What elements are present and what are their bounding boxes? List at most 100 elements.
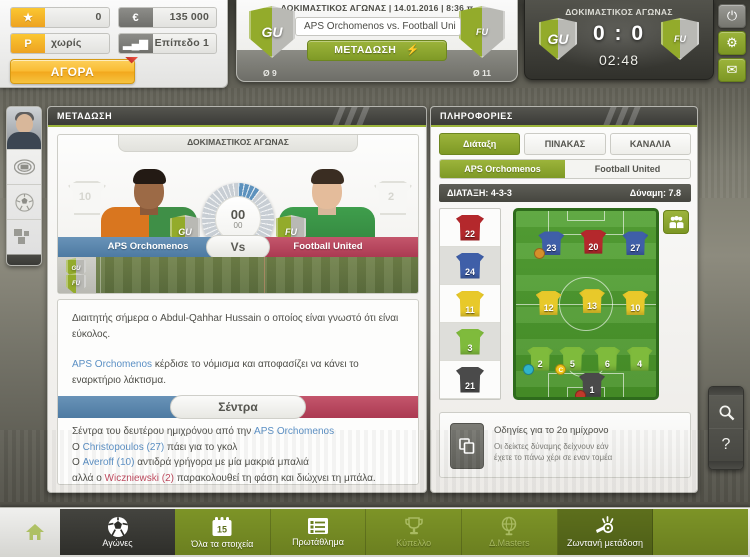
- mini-pitch-line-center: [264, 257, 265, 293]
- team-tab-away[interactable]: Football United: [565, 160, 690, 178]
- bench-shirt: 22: [456, 214, 484, 241]
- team-tabs: APS Orchomenos Football United: [439, 159, 691, 179]
- pitch-player[interactable]: 12: [535, 290, 562, 315]
- team-bar: APS Orchomenos Football United Vs: [58, 235, 418, 259]
- nav-item-matches-wrap: Αγώνες: [60, 509, 175, 555]
- tab-table[interactable]: ΠΙΝΑΚΑΣ: [524, 133, 606, 155]
- search-icon[interactable]: [709, 395, 743, 428]
- nav-item-all-data[interactable]: 15 Όλα τα στοιχεία: [175, 509, 271, 555]
- resource-row-2: P χωρίς Premium ▂▄▆ Επίπεδο 1: [10, 33, 217, 54]
- info-panel: ΠΛΗΡΟΦΟΡΙΕΣ Διάταξη ΠΙΝΑΚΑΣ ΚΑΝΑΛΙΑ APS …: [430, 106, 698, 493]
- nav-item-league[interactable]: Πρωτάθλημα: [271, 509, 367, 555]
- sidebar-item-tv[interactable]: [7, 149, 41, 184]
- tab-channels[interactable]: ΚΑΝΑΛΙΑ: [609, 133, 691, 155]
- chat-icon[interactable]: ✉: [718, 58, 746, 82]
- home-button[interactable]: [4, 509, 66, 555]
- gear-icon[interactable]: ⚙: [718, 31, 746, 55]
- bench-shirt-number: 21: [464, 380, 475, 391]
- pitch-shirt-number: 13: [586, 301, 597, 312]
- pitch-shirt-number: 4: [637, 358, 643, 369]
- scoreboard-title: ΔΟΚΙΜΑΣΤΙΚΟΣ ΑΓΩΝΑΣ: [565, 7, 673, 17]
- hint-box: Οδηγίες για το 2ο ημίχρονο Οι δείκτες δύ…: [439, 412, 691, 478]
- formation-pitch[interactable]: 23 20 27 12 13 10 2 5 C 6 4 1: [513, 208, 659, 400]
- dial-minutes: 00: [230, 207, 246, 222]
- nav-item-live-broadcast[interactable]: Ζωντανή μετάδοση: [557, 509, 654, 555]
- scoreboard-score: 0 : 0: [592, 22, 646, 45]
- bench-item[interactable]: 3: [440, 323, 500, 361]
- mini-crest-column: GU FU: [58, 257, 96, 293]
- broadcast-panel: ΜΕΤΑΔΩΣΗ ΔΟΚΙΜΑΣΤΙΚΟΣ ΑΓΩΝΑΣ 10 2 GU FU …: [47, 106, 427, 493]
- avatar-head: [16, 114, 33, 133]
- nav-item-cup[interactable]: Κύπελλο: [366, 509, 463, 555]
- match-name-field[interactable]: APS Orchomenos vs. Football Uni: [295, 17, 461, 36]
- top-bar: ★ 0 € 135 000 P χωρίς Premium ▂▄▆ Επίπεδ…: [0, 0, 750, 88]
- help-icon[interactable]: ?: [709, 428, 743, 461]
- bench-item[interactable]: 22: [440, 209, 500, 247]
- nav-item-matches[interactable]: Αγώνες: [60, 509, 175, 555]
- globe-icon: [502, 516, 517, 536]
- commentary-line-coin: APS Orchomenos κέρδισε το νόμισμα και απ…: [72, 359, 359, 386]
- power-icon[interactable]: ⏻: [718, 4, 746, 28]
- pitch-player[interactable]: 4: [626, 346, 653, 371]
- buy-button[interactable]: ΑΓΟΡΑ: [10, 59, 135, 84]
- resource-stars[interactable]: ★ 0: [10, 7, 110, 28]
- stars-value: 0: [95, 11, 102, 23]
- nav-item-live-broadcast-label: Ζωντανή μετάδοση: [566, 538, 644, 548]
- tv-icon: [13, 159, 35, 175]
- team-tab-home[interactable]: APS Orchomenos: [440, 160, 565, 178]
- bench-item[interactable]: 11: [440, 285, 500, 323]
- tab-formation[interactable]: Διάταξη: [439, 133, 521, 155]
- level-value: Επίπεδο 1: [154, 37, 209, 49]
- player-badge: [523, 363, 535, 375]
- kickoff-divider: Σέντρα: [58, 395, 418, 419]
- nav-item-masters[interactable]: Δ.Masters: [462, 509, 558, 555]
- broadcast-button[interactable]: ΜΕΤΑΔΩΣΗ ⚡: [307, 40, 447, 61]
- pitch-player[interactable]: 13: [579, 289, 605, 314]
- commentary-team-link[interactable]: APS Orchomenos: [72, 359, 152, 370]
- pitch-player[interactable]: 6: [594, 346, 621, 371]
- sidebar-item-modules[interactable]: [7, 219, 41, 254]
- pitch-player[interactable]: 27: [622, 231, 649, 256]
- bench-item[interactable]: 21: [440, 361, 500, 399]
- right-sidebar: ?: [708, 386, 744, 470]
- match-widget-home-crest: GU: [249, 6, 295, 58]
- pitch-player[interactable]: 23: [534, 231, 565, 260]
- match-widget: ΔΟΚΙΜΑΣΤΙΚΟΣ ΑΓΩΝΑΣ | 14.01.2016 | 8:36 …: [236, 0, 518, 82]
- ball-icon: [14, 192, 34, 212]
- pitch-player[interactable]: 5C: [555, 346, 586, 375]
- copy-icon: [450, 423, 484, 469]
- soccer-ball-icon: [107, 517, 128, 537]
- resource-money[interactable]: € 135 000: [117, 7, 217, 28]
- star-icon: ★: [11, 8, 45, 27]
- home-overall: Ø 9: [263, 68, 277, 78]
- sidebar-item-matches[interactable]: [7, 184, 41, 219]
- bench-item[interactable]: 24: [440, 247, 500, 285]
- resource-level[interactable]: ▂▄▆ Επίπεδο 1: [117, 33, 217, 54]
- broadcast-label: ΜΕΤΑΔΩΣΗ: [334, 44, 397, 56]
- pitch-player[interactable]: 10: [622, 290, 649, 315]
- right-sidebar-cap-bottom: [709, 461, 743, 469]
- pitch-shirt-number: 20: [588, 241, 599, 252]
- pitch-player[interactable]: 20: [580, 229, 607, 254]
- sale-ribbon-icon: [116, 57, 138, 77]
- nav-item-matches-label: Αγώνες: [102, 538, 133, 548]
- nav-item-extra[interactable]: [653, 509, 748, 555]
- commentary-bottom-line-3: Ο Averoff (10) αντιδρά γρήγορα με μία μα…: [72, 457, 309, 468]
- left-sidebar: [6, 106, 42, 266]
- resource-premium[interactable]: P χωρίς Premium: [10, 33, 110, 54]
- search-glyph: [719, 405, 734, 420]
- euro-icon: €: [118, 8, 153, 27]
- pitch-player[interactable]: 2: [523, 346, 554, 375]
- pitch-six-yard-top: [567, 211, 605, 221]
- mini-crest-away[interactable]: FU: [66, 273, 86, 293]
- pitch-shirt-number: 10: [630, 302, 641, 313]
- avatar[interactable]: [7, 107, 41, 149]
- commentary-bottom-line-2: Ο Christopoulos (27) πάει για το γκολ: [72, 441, 238, 453]
- away-overall: Ø 11: [473, 68, 491, 78]
- squad-icon[interactable]: [663, 210, 689, 234]
- resource-bar: ★ 0 € 135 000 P χωρίς Premium ▂▄▆ Επίπεδ…: [0, 0, 228, 88]
- away-player-hair: [311, 169, 344, 184]
- pitch-player[interactable]: 1: [575, 372, 605, 397]
- bottom-nav-items: 15 Όλα τα στοιχεία Πρωτάθλημα Κύπελλο Δ.…: [175, 509, 748, 555]
- info-panel-header: ΠΛΗΡΟΦΟΡΙΕΣ: [431, 107, 697, 127]
